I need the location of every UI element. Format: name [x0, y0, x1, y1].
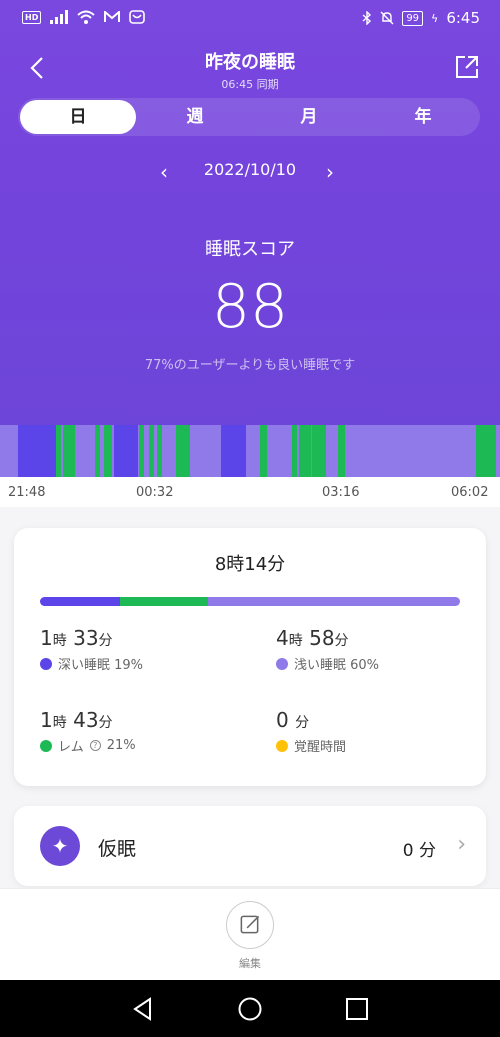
sleep-summary-card: 8時14分 1時 33分 深い睡眠 19% 4時 58分 浅い睡眠 60% 1時… — [14, 528, 486, 786]
battery-indicator: 99 — [402, 10, 424, 26]
period-tabs: 日 週 月 年 — [18, 98, 480, 136]
axis-tick: 00:32 — [136, 485, 174, 500]
timeline-block-rem — [157, 425, 162, 477]
timeline-block-rem — [149, 425, 154, 477]
light-sleep-stat: 4時 58分 浅い睡眠 60% — [276, 626, 476, 673]
app-notification-icon — [129, 10, 146, 24]
awake-dot — [276, 739, 288, 752]
score-comparison: 77%のユーザーよりも良い睡眠です — [144, 358, 356, 373]
sleep-stage-timeline[interactable] — [0, 425, 500, 477]
deep-minutes: 33 — [73, 626, 99, 650]
share-icon[interactable] — [454, 54, 480, 80]
previous-date-chevron-icon[interactable]: ‹ — [160, 160, 168, 184]
nap-value: 0 分 — [402, 841, 436, 861]
header-panel: HD 99 ϟ 6:45 昨夜の睡眠 06:45 同期 日 週 月 年 ‹ 20… — [0, 0, 500, 425]
sparkle-icon: ✦ — [40, 826, 80, 866]
tab-year[interactable]: 年 — [366, 98, 480, 136]
timeline-block-rem — [260, 425, 267, 477]
stage-bar-deep — [40, 597, 120, 606]
minute-unit: 分 — [98, 633, 113, 649]
nav-row: 昨夜の睡眠 06:45 同期 — [0, 40, 500, 96]
timeline-block-deep — [18, 425, 56, 477]
nap-label: 仮眠 — [98, 838, 137, 860]
edit-icon[interactable] — [226, 901, 274, 949]
timeline-block-rem — [292, 425, 297, 477]
awake-minutes: 0 — [276, 708, 289, 732]
mute-bell-icon — [380, 11, 394, 25]
stage-proportion-bar — [40, 597, 460, 606]
rem-sleep-label: レム — [58, 740, 84, 755]
wifi-icon — [77, 10, 96, 24]
timeline-block-deep — [114, 425, 138, 477]
score-label: 睡眠スコア — [205, 239, 295, 260]
chevron-right-icon: › — [457, 832, 466, 857]
deep-sleep-label: 深い睡眠 19% — [58, 658, 144, 673]
axis-tick: 06:02 — [451, 485, 489, 500]
awake-label: 覚醒時間 — [294, 740, 347, 755]
sync-time: 06:45 同期 — [221, 78, 279, 91]
stage-bar-rem — [119, 597, 208, 606]
awake-time-stat: 0 分 覚醒時間 — [276, 708, 476, 755]
hour-unit: 時 — [52, 633, 67, 649]
timeline-block-rem — [139, 425, 144, 477]
light-hours: 4 — [276, 626, 289, 650]
next-date-chevron-icon[interactable]: › — [326, 160, 334, 184]
title-block: 昨夜の睡眠 06:45 同期 — [0, 48, 500, 92]
axis-tick: 21:48 — [8, 485, 46, 500]
light-minutes: 58 — [309, 626, 335, 650]
hour-unit: 時 — [52, 715, 67, 731]
bluetooth-icon — [362, 11, 372, 25]
total-sleep-time: 8時14分 — [214, 554, 286, 575]
light-sleep-label: 浅い睡眠 60% — [294, 658, 380, 673]
current-date: 2022/10/10 — [203, 160, 297, 179]
score-value: 88 — [211, 272, 289, 342]
rem-minutes: 43 — [73, 708, 99, 732]
timeline-block-rem — [104, 425, 112, 477]
signal-icon — [50, 10, 69, 24]
system-back-icon[interactable] — [130, 996, 156, 1022]
rem-sleep-stat: 1時 43分 レム ? 21% — [40, 708, 240, 755]
rem-hours: 1 — [40, 708, 53, 732]
system-home-icon[interactable] — [237, 996, 263, 1022]
tab-day[interactable]: 日 — [20, 100, 136, 134]
edit-label: 編集 — [239, 957, 261, 970]
status-bar: HD 99 ϟ 6:45 — [0, 0, 500, 36]
timeline-block-rem — [63, 425, 75, 477]
rem-sleep-percent: 21% — [106, 738, 136, 753]
deep-hours: 1 — [40, 626, 53, 650]
status-time: 6:45 — [446, 9, 480, 27]
timeline-block-rem — [476, 425, 496, 477]
minute-unit: 分 — [295, 715, 310, 731]
hour-unit: 時 — [288, 633, 303, 649]
light-sleep-dot — [276, 657, 288, 670]
tab-week[interactable]: 週 — [138, 98, 252, 136]
hd-badge: HD — [22, 10, 42, 24]
timeline-block-rem — [338, 425, 345, 477]
date-selector: ‹ 2022/10/10 › — [0, 160, 500, 186]
bottom-toolbar: 編集 — [0, 888, 500, 980]
timeline-block-rem — [299, 425, 311, 477]
gmail-icon — [104, 11, 121, 22]
timeline-block-rem — [312, 425, 326, 477]
timeline-axis: 21:48 00:32 03:16 06:02 — [0, 477, 500, 507]
timeline-block-rem — [56, 425, 61, 477]
timeline-block-rem — [95, 425, 100, 477]
timeline-block-deep — [221, 425, 246, 477]
charging-icon: ϟ — [431, 11, 439, 25]
system-navigation-bar — [0, 980, 500, 1037]
page-title: 昨夜の睡眠 — [205, 52, 295, 73]
nap-card[interactable]: ✦ 仮眠 0 分 › — [14, 806, 486, 886]
axis-tick: 03:16 — [322, 485, 360, 500]
system-recents-icon[interactable] — [344, 996, 370, 1022]
minute-unit: 分 — [98, 715, 113, 731]
rem-sleep-dot — [40, 739, 52, 752]
help-icon[interactable]: ? — [89, 740, 101, 751]
timeline-block-rem — [176, 425, 190, 477]
deep-sleep-dot — [40, 657, 52, 670]
stage-bar-light — [207, 597, 460, 606]
minute-unit: 分 — [334, 633, 349, 649]
tab-month[interactable]: 月 — [252, 98, 366, 136]
deep-sleep-stat: 1時 33分 深い睡眠 19% — [40, 626, 240, 673]
